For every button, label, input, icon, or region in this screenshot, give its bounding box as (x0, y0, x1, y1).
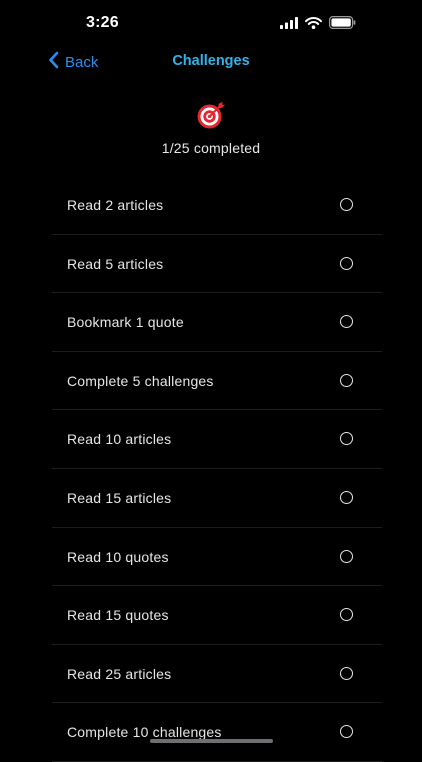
battery-icon (329, 16, 356, 34)
cellular-signal-icon (280, 16, 298, 34)
home-indicator (150, 739, 273, 743)
challenge-label: Complete 10 challenges (67, 724, 222, 741)
challenge-label: Read 10 quotes (67, 548, 169, 565)
status-time: 3:26 (86, 14, 119, 31)
empty-circle-icon[interactable] (340, 725, 353, 739)
status-bar: 3:26 (0, 0, 422, 46)
challenge-label: Read 2 articles (67, 197, 164, 213)
challenge-row[interactable]: Complete 5 challenges (52, 352, 382, 411)
challenge-list: Read 2 articles Read 5 articles Bookmark… (52, 176, 382, 762)
status-icons (280, 16, 356, 34)
empty-circle-icon[interactable] (340, 373, 353, 387)
empty-circle-icon[interactable] (340, 549, 353, 563)
wifi-icon (305, 16, 322, 34)
navigation-bar: Back Challenges (0, 46, 422, 78)
empty-circle-icon[interactable] (340, 432, 353, 446)
challenge-label: Read 25 articles (67, 665, 172, 682)
progress-summary: 1/25 completed (0, 100, 422, 156)
challenge-row[interactable]: Read 15 quotes (52, 586, 382, 645)
challenge-label: Read 10 articles (67, 431, 172, 448)
challenge-label: Read 15 articles (67, 489, 172, 506)
target-icon (196, 100, 226, 130)
empty-circle-icon[interactable] (340, 256, 353, 270)
challenge-row[interactable]: Bookmark 1 quote (52, 293, 382, 352)
page-title: Challenges (172, 53, 250, 69)
empty-circle-icon[interactable] (340, 666, 353, 680)
challenge-row[interactable]: Complete 10 challenges (52, 703, 382, 762)
challenge-label: Read 5 articles (67, 255, 164, 272)
empty-circle-icon[interactable] (340, 608, 353, 622)
empty-circle-icon[interactable] (340, 315, 353, 329)
challenge-row[interactable]: Read 10 quotes (52, 528, 382, 587)
empty-circle-icon[interactable] (340, 198, 353, 211)
challenge-label: Read 15 quotes (67, 607, 169, 624)
challenge-row[interactable]: Read 10 articles (52, 410, 382, 469)
challenge-row[interactable]: Read 15 articles (52, 469, 382, 528)
challenge-row[interactable]: Read 2 articles (52, 176, 382, 235)
challenge-label: Bookmark 1 quote (67, 314, 184, 331)
empty-circle-icon[interactable] (340, 490, 353, 504)
challenge-label: Complete 5 challenges (67, 372, 214, 389)
completed-count: 1/25 completed (161, 140, 261, 156)
challenge-row[interactable]: Read 25 articles (52, 645, 382, 704)
challenge-row[interactable]: Read 5 articles (52, 235, 382, 294)
